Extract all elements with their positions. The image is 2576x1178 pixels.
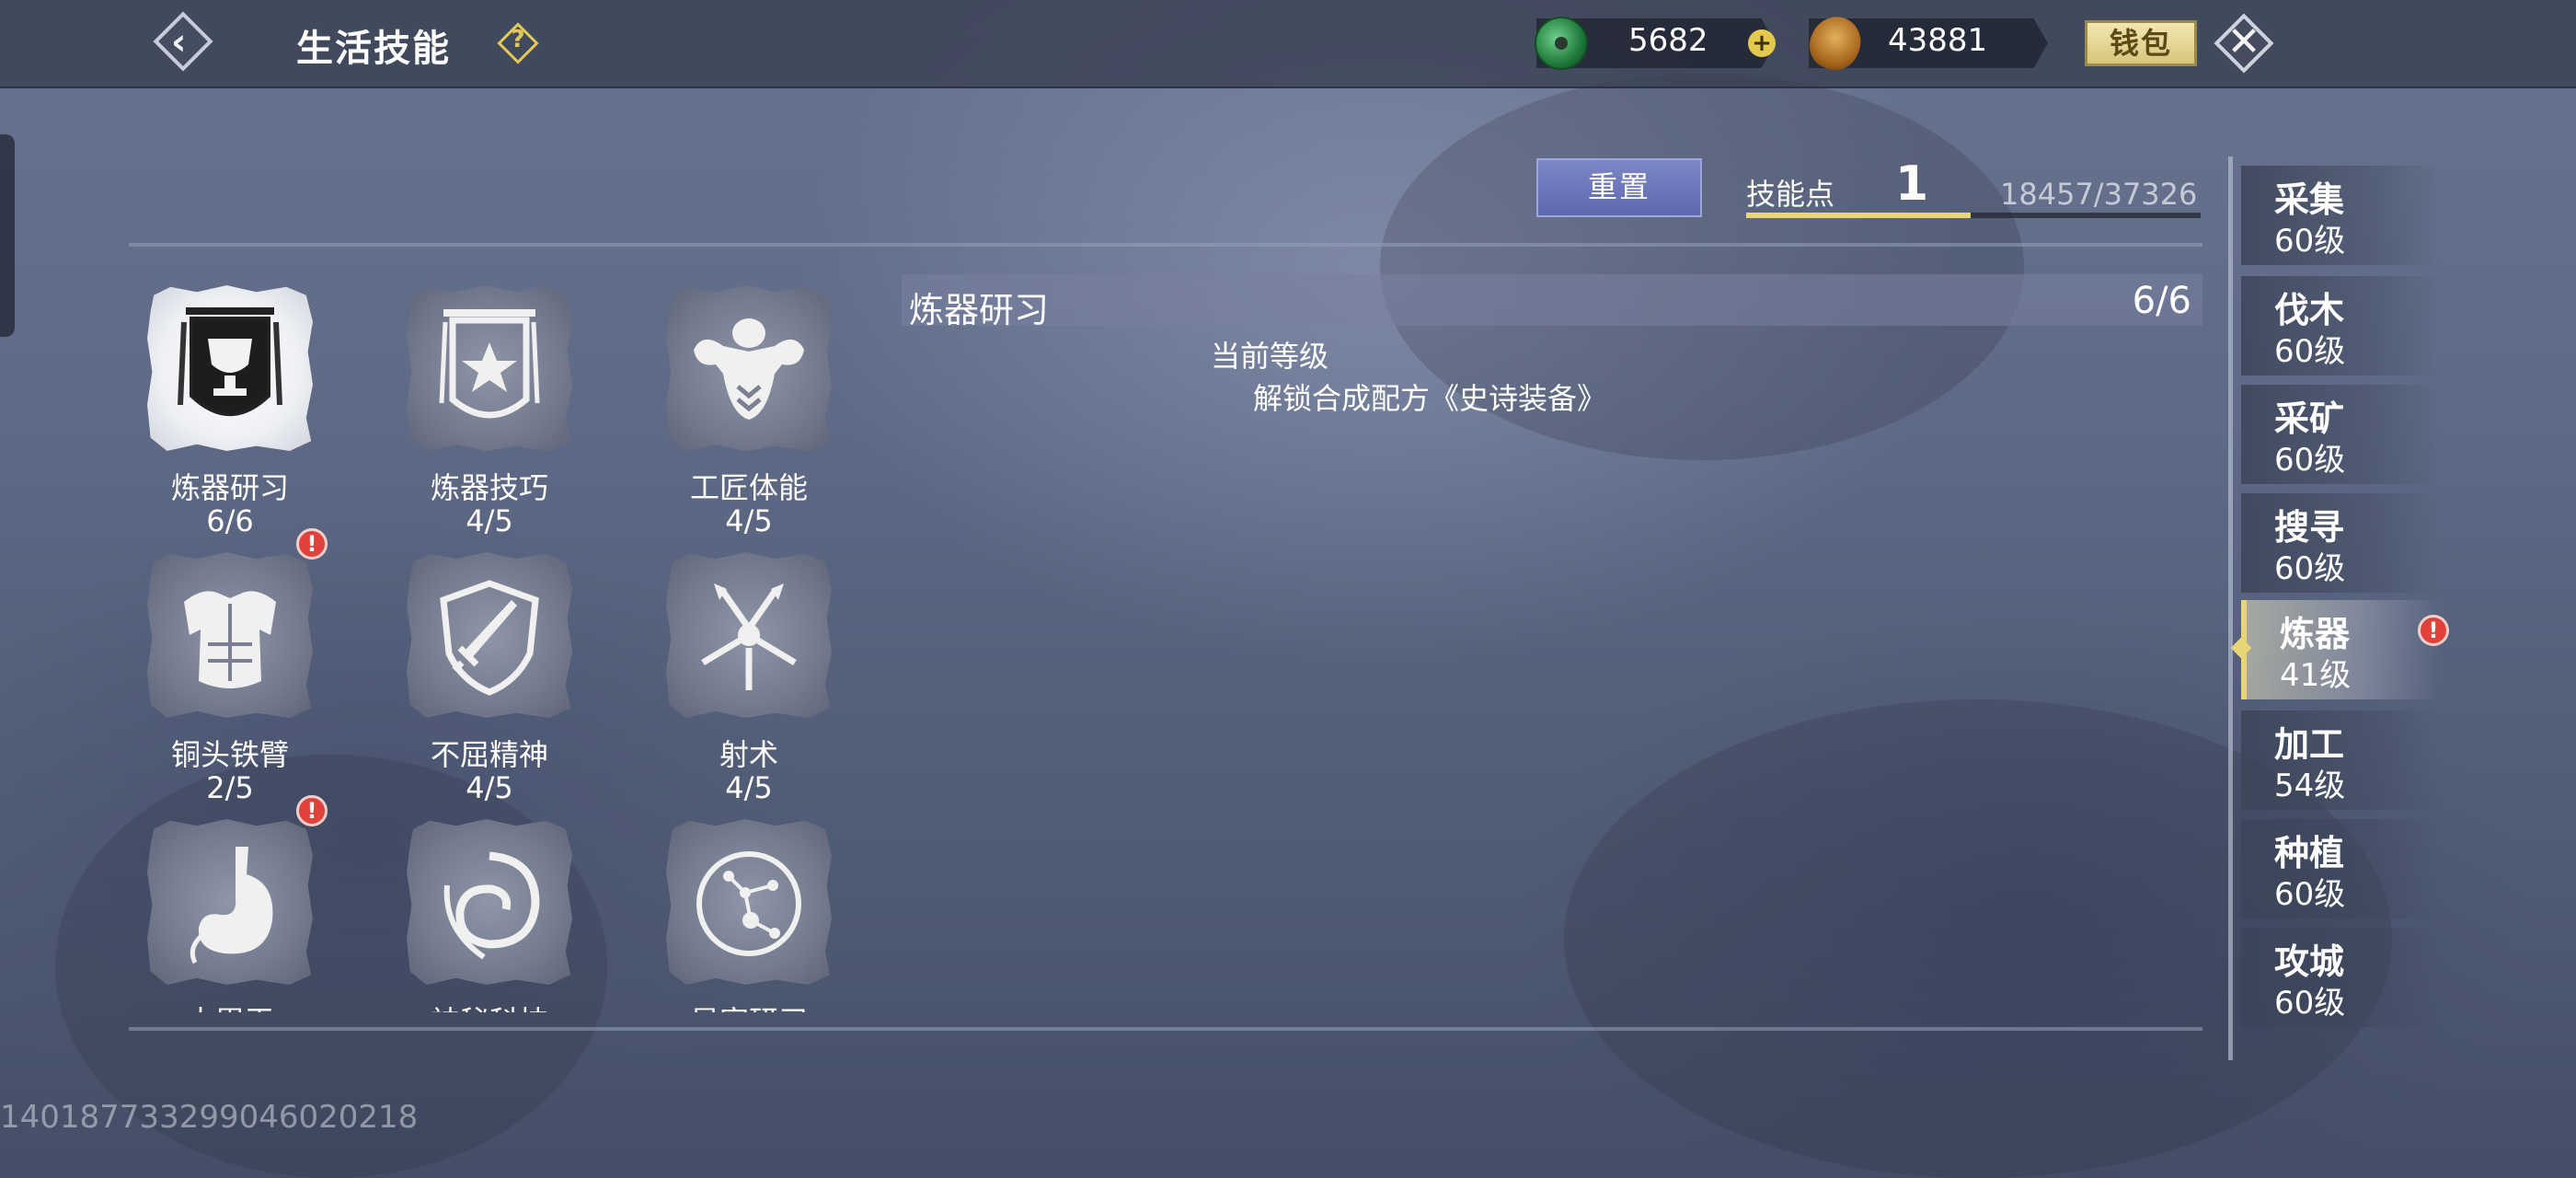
category-name: 加工 — [2274, 724, 2345, 765]
category-level: 60级 — [2274, 550, 2346, 587]
skill-name: 射术 — [719, 737, 778, 772]
selection-pointer-icon — [2230, 637, 2252, 659]
skill-exp-text: 18457/37326 — [2000, 177, 2198, 212]
skill-name: 炼器研习 — [170, 470, 289, 505]
category-name: 伐木 — [2274, 290, 2345, 330]
category-level: 60级 — [2274, 333, 2346, 370]
star-banner-icon — [439, 309, 540, 419]
skill-points-value: 1 — [1895, 156, 1929, 212]
shield-sword-icon — [440, 580, 539, 696]
archery-burst-icon — [701, 583, 797, 690]
close-button[interactable]: ✕ — [2212, 11, 2276, 75]
side-drawer-handle[interactable] — [0, 134, 15, 337]
wallet-button[interactable]: 钱包 — [2085, 20, 2197, 66]
category-level: 60级 — [2274, 985, 2346, 1022]
armor-chest-icon — [184, 591, 276, 688]
top-bar: ‹ 生活技能 ? 5682 + 43881 钱包 ✕ — [0, 0, 2576, 88]
category-tab[interactable]: 种植 60级 — [2241, 819, 2440, 918]
alert-icon: ! — [2418, 615, 2449, 646]
category-name: 搜寻 — [2274, 507, 2345, 548]
constellation-icon — [696, 851, 801, 956]
category-name: 采矿 — [2274, 398, 2345, 439]
back-button[interactable]: ‹ — [153, 11, 213, 72]
category-name: 炼器 — [2280, 614, 2351, 654]
category-tab[interactable]: 采集 60级 — [2241, 166, 2440, 265]
skill-card[interactable]: 工匠体能 4/5 — [648, 267, 850, 537]
skill-name: 铜头铁臂 — [170, 737, 289, 772]
category-tab-active[interactable]: 炼器 41级 ! — [2230, 600, 2449, 699]
skill-card[interactable]: 神秘科技 — [388, 801, 591, 1012]
category-level: 54级 — [2274, 768, 2346, 804]
skill-card[interactable]: 炼器技巧 4/5 — [388, 267, 591, 537]
skill-card[interactable]: 星宿研习 — [648, 801, 850, 1012]
skill-name: 大胃王 — [129, 1005, 331, 1012]
skill-grid: 炼器研习 6/6 炼器技巧 4/5 工匠体能 4/5 铜头铁臂 2/5 ! 不屈… — [129, 258, 883, 1012]
skill-level: 4/5 — [466, 503, 513, 538]
alert-icon: ! — [296, 795, 328, 826]
skill-exp-progress — [1746, 213, 2201, 218]
close-icon: ✕ — [2226, 18, 2261, 65]
page-title: 生活技能 — [296, 28, 451, 70]
trophy-banner-icon — [178, 307, 282, 416]
divider — [129, 243, 2202, 247]
skill-name: 星宿研习 — [648, 1005, 850, 1012]
skill-exp-fill — [1746, 213, 1972, 218]
current-level-label: 当前等级 — [1211, 339, 1329, 374]
skill-level: 4/5 — [725, 770, 773, 805]
skill-points-label: 技能点 — [1746, 177, 1835, 212]
category-tab[interactable]: 伐木 60级 — [2241, 276, 2440, 375]
jade-coin-icon — [1535, 17, 1588, 70]
category-level: 60级 — [2274, 442, 2346, 479]
category-name: 采集 — [2274, 179, 2345, 220]
jade-amount: 5682 — [1628, 22, 1708, 59]
skill-card[interactable]: 射术 4/5 — [648, 534, 850, 804]
skill-name: 神秘科技 — [388, 1005, 591, 1012]
skill-card[interactable]: 大胃王 ! — [129, 795, 331, 1012]
skill-level: 4/5 — [725, 503, 773, 538]
category-level: 60级 — [2274, 223, 2346, 260]
skill-detail-level: 6/6 — [2132, 280, 2191, 322]
alert-icon: ! — [296, 528, 328, 560]
category-name: 攻城 — [2274, 941, 2345, 982]
tab-divider — [2228, 156, 2233, 1060]
category-tab[interactable]: 加工 54级 — [2241, 710, 2440, 810]
add-currency-button[interactable]: + — [1748, 29, 1776, 57]
copper-amount: 43881 — [1888, 22, 1988, 59]
skill-level: 4/5 — [466, 770, 513, 805]
skill-card[interactable]: 炼器研习 6/6 — [129, 267, 331, 537]
user-id-watermark: 140187733299046020218 — [0, 1099, 419, 1136]
chevron-left-icon: ‹ — [171, 21, 187, 64]
muscle-torso-icon — [694, 318, 804, 420]
skill-name: 工匠体能 — [689, 470, 808, 505]
divider — [129, 1027, 2202, 1031]
skill-card[interactable]: 铜头铁臂 2/5 ! — [129, 528, 331, 804]
stomach-icon — [190, 847, 273, 964]
category-name: 种植 — [2274, 833, 2345, 873]
category-level: 60级 — [2274, 876, 2346, 913]
skill-name: 炼器技巧 — [430, 470, 548, 505]
reset-button[interactable]: 重置 — [1536, 158, 1702, 217]
skill-name: 不屈精神 — [430, 737, 548, 772]
category-tab[interactable]: 攻城 60级 — [2241, 928, 2440, 1027]
skill-detail-header: 炼器研习 6/6 — [902, 274, 2202, 330]
category-tab[interactable]: 搜寻 60级 — [2241, 493, 2440, 593]
help-button[interactable]: ? — [497, 22, 539, 64]
skill-card[interactable]: 不屈精神 4/5 — [388, 534, 591, 804]
category-level: 41级 — [2280, 657, 2352, 694]
question-icon: ? — [511, 26, 525, 53]
category-tab[interactable]: 采矿 60级 — [2241, 385, 2440, 484]
skill-detail-title: 炼器研习 — [909, 290, 1050, 330]
vortex-icon — [443, 851, 540, 960]
skill-detail-description: 解锁合成配方《史诗装备》 — [1253, 381, 1607, 416]
